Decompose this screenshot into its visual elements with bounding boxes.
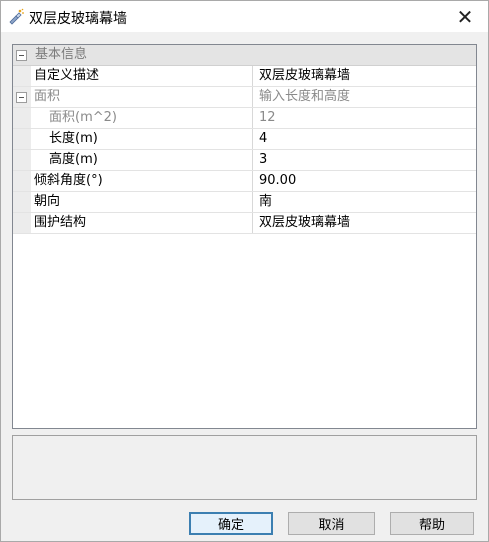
title-bar[interactable]: 双层皮玻璃幕墙 ✕ [1,1,488,32]
property-name: 面积(m^2) [31,108,253,128]
description-panel [12,435,477,500]
property-value: 12 [259,110,276,125]
row-gutter [13,171,31,191]
property-name: 高度(m) [31,150,253,170]
row-gutter [13,150,31,170]
category-row[interactable]: 基本信息 [13,45,476,66]
row-gutter [13,192,31,212]
collapse-icon[interactable] [16,92,27,103]
row-gutter [13,129,31,149]
property-name: 围护结构 [31,213,253,233]
property-row-tilt[interactable]: 倾斜角度(°) 90.00 [13,171,476,192]
property-value[interactable]: 双层皮玻璃幕墙 [253,213,476,233]
property-name: 朝向 [31,192,253,212]
property-value[interactable]: 4 [253,129,476,149]
property-row-area[interactable]: 面积(m^2) 12 [13,108,476,129]
property-value[interactable]: 90.00 [253,171,476,191]
property-row-area-group[interactable]: 面积 输入长度和高度 [13,87,476,108]
property-value: 输入长度和高度 [259,89,351,104]
property-row-orientation[interactable]: 朝向 南 [13,192,476,213]
row-gutter [13,108,31,128]
property-name: 长度(m) [31,129,253,149]
property-value[interactable]: 南 [253,192,476,212]
app-icon [7,8,25,26]
property-grid[interactable]: 基本信息 自定义描述 双层皮玻璃幕墙 面积 输入长度和高度 面积(m^2) 12… [12,44,477,429]
row-gutter [13,213,31,233]
cancel-button[interactable]: 取消 [288,512,375,535]
property-value[interactable]: 双层皮玻璃幕墙 [253,66,476,86]
property-row-length[interactable]: 长度(m) 4 [13,129,476,150]
category-label: 基本信息 [35,47,88,62]
property-name: 倾斜角度(°) [31,171,253,191]
help-button[interactable]: 帮助 [390,512,474,535]
row-gutter [13,87,31,107]
row-gutter [13,66,31,86]
property-row-envelope[interactable]: 围护结构 双层皮玻璃幕墙 [13,213,476,234]
dialog-window: 双层皮玻璃幕墙 ✕ 基本信息 自定义描述 双层皮玻璃幕墙 面积 输入长度和高度 … [0,0,489,542]
window-title: 双层皮玻璃幕墙 [29,11,127,27]
property-value[interactable]: 3 [253,150,476,170]
ok-button[interactable]: 确定 [189,512,273,535]
collapse-icon[interactable] [16,50,27,61]
property-name: 面积 [31,87,253,107]
property-row-description[interactable]: 自定义描述 双层皮玻璃幕墙 [13,66,476,87]
close-button[interactable]: ✕ [442,1,488,32]
property-row-height[interactable]: 高度(m) 3 [13,150,476,171]
property-name: 自定义描述 [31,66,253,86]
